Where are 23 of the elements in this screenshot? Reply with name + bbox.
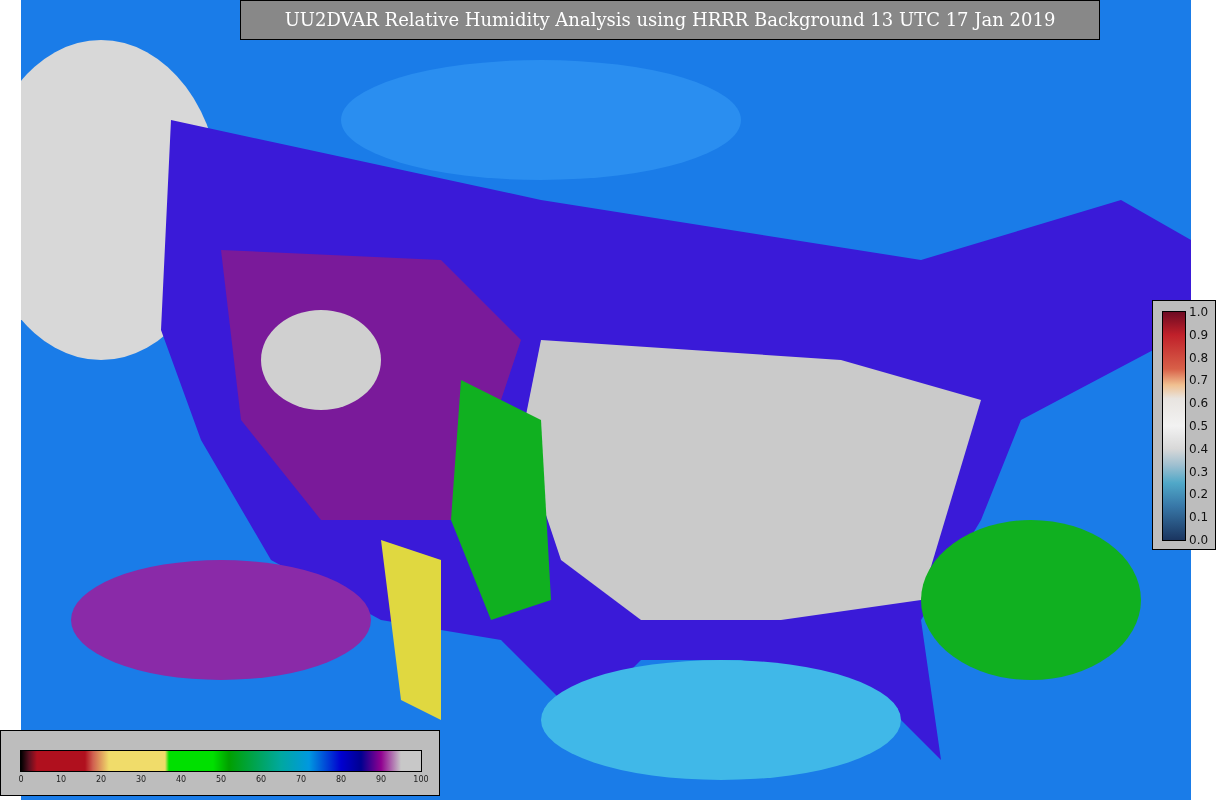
tick-label: 40 xyxy=(175,775,187,785)
tick-label: 90 xyxy=(375,775,387,785)
tick-label: 80 xyxy=(335,775,347,785)
tick-label: 1.0 xyxy=(1189,305,1209,319)
tick-label: 0.5 xyxy=(1189,419,1209,433)
tick-label: 0.0 xyxy=(1189,533,1209,547)
tick-label: 100 xyxy=(413,775,429,785)
tick-label: 0.1 xyxy=(1189,510,1209,525)
tick-label: 0.8 xyxy=(1189,350,1209,365)
tick-label: 0.9 xyxy=(1189,327,1209,342)
tick-label: 10 xyxy=(55,775,67,785)
tick-label: 50 xyxy=(215,775,227,785)
tick-label: 0.6 xyxy=(1189,396,1209,411)
tick-label: 0.7 xyxy=(1189,373,1209,388)
tick-label: 0.3 xyxy=(1189,464,1209,479)
tick-label: 0.2 xyxy=(1189,487,1209,502)
tick-label: 0 xyxy=(18,775,24,785)
tick-label: 60 xyxy=(255,775,267,785)
tick-label: 70 xyxy=(295,775,307,785)
tick-label: 20 xyxy=(95,775,107,785)
tick-label: 0.4 xyxy=(1189,441,1209,456)
tick-label: 30 xyxy=(135,775,147,785)
map-title: UU2DVAR Relative Humidity Analysis using HRRR Background 13 UTC 17 Jan 2019 xyxy=(240,0,1100,40)
